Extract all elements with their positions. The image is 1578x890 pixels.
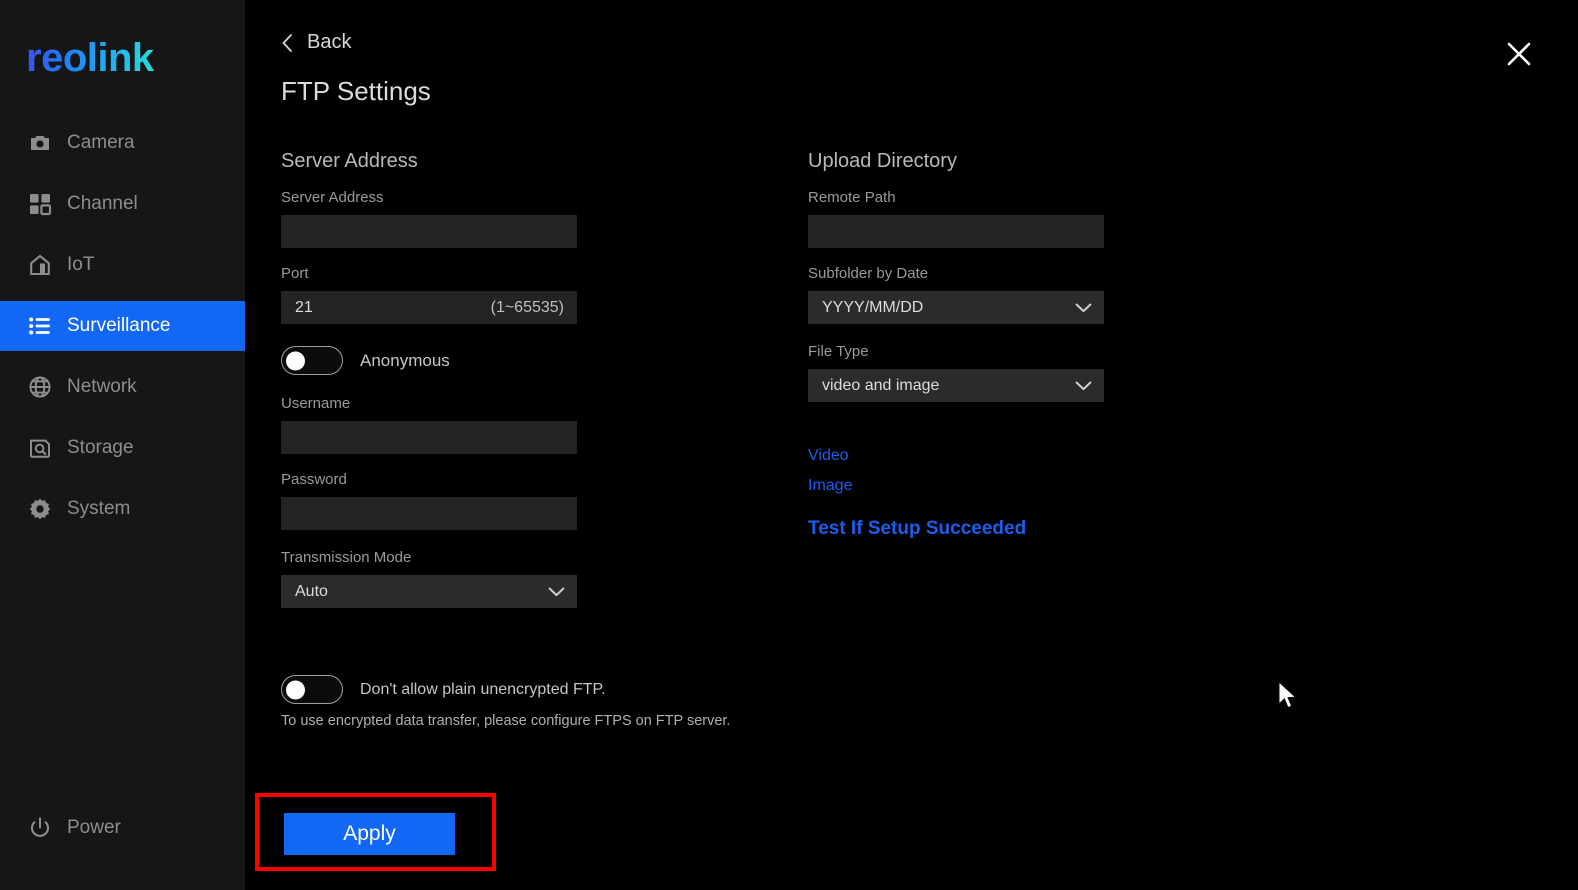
field-file-type: File Type video and image <box>808 343 1104 402</box>
sidebar-item-power[interactable]: Power <box>0 805 245 851</box>
chevron-down-icon <box>1075 302 1092 313</box>
power-icon <box>27 815 53 841</box>
username-input[interactable] <box>281 421 577 454</box>
page-title: FTP Settings <box>281 76 431 106</box>
username-label: Username <box>281 395 351 412</box>
ftp-settings-window: reolink Camera Channel IoT Surveillance … <box>0 0 1578 890</box>
anonymous-label: Anonymous <box>360 350 450 370</box>
server-address-input[interactable] <box>281 215 577 248</box>
back-button[interactable]: Back <box>281 31 351 54</box>
remote-path-label: Remote Path <box>808 189 896 206</box>
apply-button[interactable]: Apply <box>284 813 455 855</box>
ftps-help-text: To use encrypted data transfer, please c… <box>281 713 731 729</box>
file-type-label: File Type <box>808 343 869 360</box>
chevron-down-icon <box>548 586 565 597</box>
transmission-mode-select[interactable]: Auto <box>281 575 577 608</box>
sidebar-item-iot[interactable]: IoT <box>0 240 245 290</box>
chevron-left-icon <box>281 33 294 53</box>
anonymous-toggle[interactable] <box>281 346 343 375</box>
file-type-value: video and image <box>822 376 940 394</box>
port-label: Port <box>281 265 309 282</box>
transmission-mode-label: Transmission Mode <box>281 549 412 566</box>
list-icon <box>27 313 53 339</box>
ftps-settings-block: Don't allow plain unencrypted FTP. To us… <box>281 675 781 732</box>
sidebar-item-label: IoT <box>67 254 95 275</box>
chevron-down-icon <box>1075 380 1092 391</box>
home-icon <box>27 252 53 278</box>
sidebar-item-label: Camera <box>67 132 135 153</box>
globe-icon <box>27 374 53 400</box>
password-label: Password <box>281 471 347 488</box>
sidebar: reolink Camera Channel IoT Surveillance … <box>0 0 245 890</box>
disallow-plain-ftp-toggle[interactable] <box>281 675 343 704</box>
power-label: Power <box>67 817 121 838</box>
remote-path-input[interactable] <box>808 215 1104 248</box>
test-setup-link[interactable]: Test If Setup Succeeded <box>808 518 1026 540</box>
sidebar-item-surveillance[interactable]: Surveillance <box>0 301 245 351</box>
file-type-select[interactable]: video and image <box>808 369 1104 402</box>
sidebar-nav: Camera Channel IoT Surveillance Network … <box>0 118 245 545</box>
server-address-label: Server Address <box>281 189 384 206</box>
back-label: Back <box>307 31 352 53</box>
sidebar-item-storage[interactable]: Storage <box>0 423 245 473</box>
server-address-column: Server Address Server Address Port (1~65… <box>281 150 577 620</box>
gear-icon <box>27 496 53 522</box>
disallow-plain-ftp-label: Don't allow plain unencrypted FTP. <box>360 680 606 698</box>
subfolder-by-date-label: Subfolder by Date <box>808 265 929 282</box>
grid-icon <box>27 191 53 217</box>
video-link[interactable]: Video <box>808 447 849 465</box>
sidebar-item-label: Storage <box>67 437 134 458</box>
sidebar-item-label: Network <box>67 376 137 397</box>
toggle-knob <box>286 351 305 370</box>
section-title-upload-directory: Upload Directory <box>808 150 957 172</box>
ftps-toggle-row: Don't allow plain unencrypted FTP. <box>281 675 781 704</box>
field-subfolder-by-date: Subfolder by Date YYYY/MM/DD <box>808 265 1104 324</box>
subfolder-by-date-select[interactable]: YYYY/MM/DD <box>808 291 1104 324</box>
sidebar-item-label: Channel <box>67 193 138 214</box>
reolink-logo: reolink <box>26 36 154 80</box>
transmission-mode-value: Auto <box>295 582 328 600</box>
port-input[interactable] <box>281 291 577 324</box>
password-input[interactable] <box>281 497 577 530</box>
sidebar-item-system[interactable]: System <box>0 484 245 534</box>
upload-directory-column: Upload Directory Remote Path Subfolder b… <box>808 150 1104 414</box>
close-icon[interactable] <box>1503 38 1535 70</box>
field-server-address: Server Address <box>281 189 577 248</box>
field-transmission-mode: Transmission Mode Auto <box>281 549 577 608</box>
field-username: Username <box>281 395 577 454</box>
sidebar-item-network[interactable]: Network <box>0 362 245 412</box>
anonymous-toggle-row: Anonymous <box>281 346 577 375</box>
field-password: Password <box>281 471 577 530</box>
hard-drive-icon <box>27 435 53 461</box>
sidebar-item-label: System <box>67 498 131 519</box>
toggle-knob <box>286 680 305 699</box>
sidebar-item-channel[interactable]: Channel <box>0 179 245 229</box>
sidebar-item-camera[interactable]: Camera <box>0 118 245 168</box>
image-link[interactable]: Image <box>808 477 852 495</box>
subfolder-by-date-value: YYYY/MM/DD <box>822 298 924 316</box>
sidebar-item-label: Surveillance <box>67 315 171 336</box>
camera-icon <box>27 130 53 156</box>
field-remote-path: Remote Path <box>808 189 1104 248</box>
mouse-cursor <box>1278 680 1300 713</box>
field-port: Port (1~65535) <box>281 265 577 324</box>
section-title-server-address: Server Address <box>281 150 418 172</box>
main-content: Back FTP Settings Server Address Server … <box>245 0 1578 890</box>
